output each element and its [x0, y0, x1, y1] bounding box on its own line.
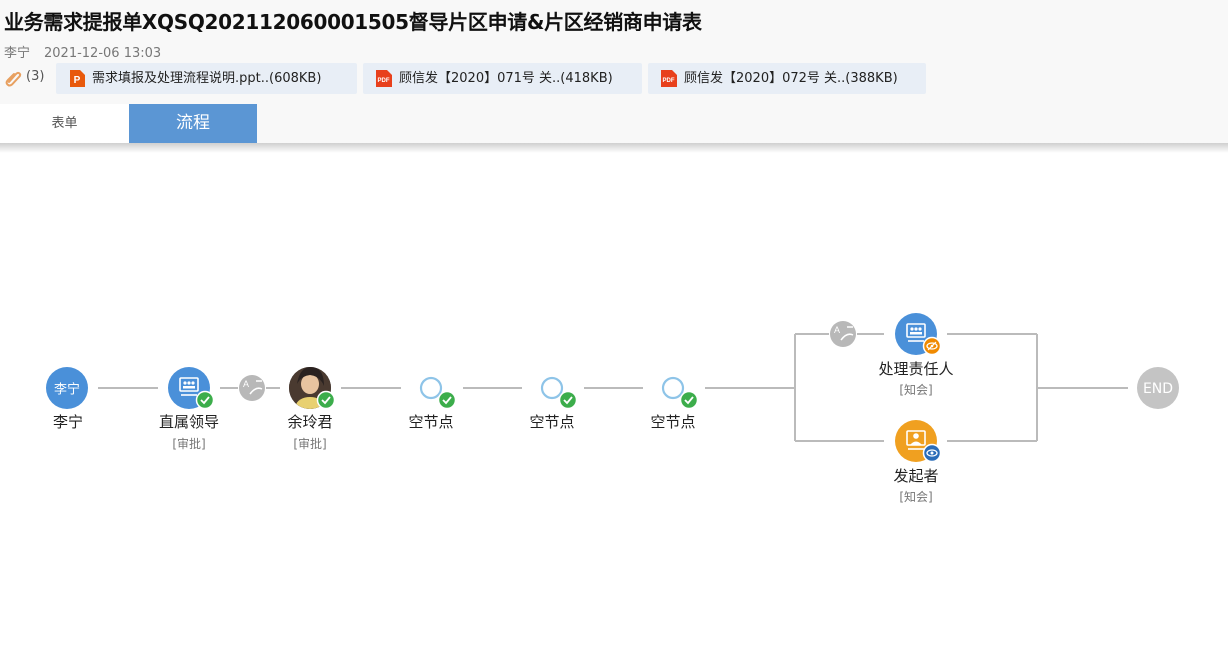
empty-node-1-label: 空节点 — [408, 413, 454, 431]
empty-node-3[interactable] — [661, 376, 685, 400]
initiator-avatar-text: 李宁 — [53, 382, 81, 398]
svg-text:A: A — [243, 379, 249, 389]
eye-icon — [922, 443, 942, 463]
direct-leader-role: [审批] — [172, 437, 206, 451]
empty-node-2-label: 空节点 — [529, 413, 575, 431]
check-icon — [437, 390, 457, 410]
handler-label: 处理责任人 — [878, 360, 954, 378]
translate-badge-icon: A — [830, 321, 856, 347]
empty-node-2[interactable] — [540, 376, 564, 400]
check-icon — [679, 390, 699, 410]
yu-lingjun-role: [审批] — [293, 437, 327, 451]
translate-badge-icon: A — [239, 375, 265, 401]
originator-role: [知会] — [899, 490, 933, 504]
check-icon — [316, 390, 336, 410]
handler-role: [知会] — [899, 383, 933, 397]
originator-label: 发起者 — [893, 467, 939, 485]
check-icon — [195, 390, 215, 410]
direct-leader-label: 直属领导 — [158, 413, 220, 431]
svg-text:A: A — [834, 325, 840, 335]
hidden-eye-icon — [922, 336, 942, 356]
initiator-label: 李宁 — [52, 413, 84, 431]
empty-node-1[interactable] — [419, 376, 443, 400]
yu-lingjun-label: 余玲君 — [287, 413, 333, 431]
end-node-label: END — [1142, 381, 1174, 397]
check-icon — [558, 390, 578, 410]
empty-node-3-label: 空节点 — [650, 413, 696, 431]
flow-diagram: A A — [46, 313, 1179, 463]
